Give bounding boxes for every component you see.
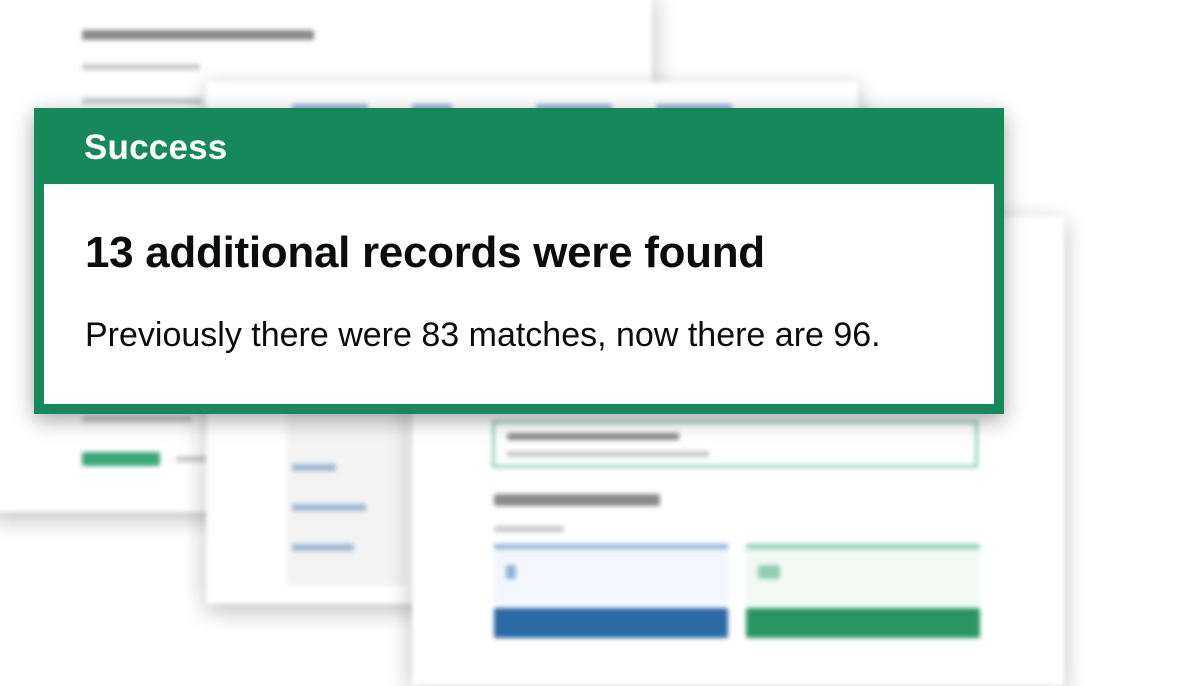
blurred-green-button <box>746 608 980 638</box>
banner-content: 13 additional records were found Previou… <box>44 184 994 404</box>
blurred-link <box>292 544 354 551</box>
blurred-green-button <box>82 452 160 466</box>
success-banner: Success 13 additional records were found… <box>34 108 1004 414</box>
blurred-blue-card <box>494 544 728 605</box>
blurred-heading <box>82 30 314 40</box>
banner-heading: 13 additional records were found <box>85 228 765 277</box>
blurred-green-card <box>746 544 980 605</box>
blurred-blue-button <box>494 608 728 638</box>
blurred-subtext <box>82 64 200 70</box>
blurred-subtext <box>494 526 564 532</box>
blurred-link <box>292 504 366 511</box>
banner-body-text: Previously there were 83 matches, now th… <box>85 316 881 354</box>
blurred-side-panel <box>286 400 406 586</box>
blurred-text <box>176 456 210 462</box>
blurred-summary-heading <box>494 494 660 506</box>
blurred-text <box>82 416 192 422</box>
blurred-link <box>292 464 336 471</box>
blurred-green-box <box>492 420 978 468</box>
banner-title: Success <box>84 128 228 167</box>
blurred-text <box>82 98 202 104</box>
